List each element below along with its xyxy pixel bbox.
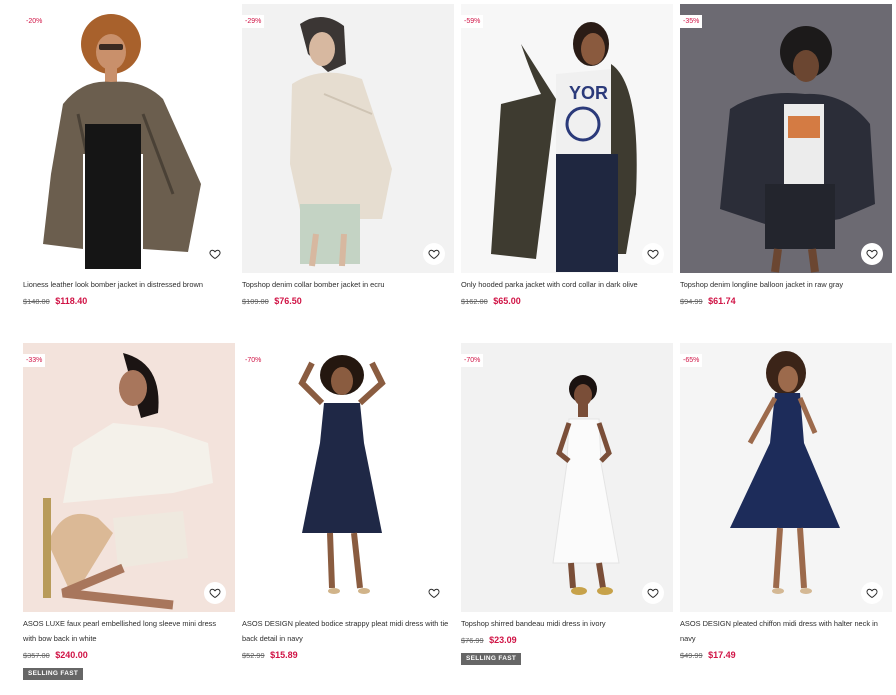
sale-price: $76.50	[274, 296, 302, 306]
sale-price: $118.40	[55, 296, 88, 306]
save-for-later-button[interactable]	[642, 243, 664, 265]
price-row: $357.00 $240.00	[23, 649, 235, 662]
product-image[interactable]: -29%	[242, 4, 454, 273]
heart-icon	[428, 588, 440, 599]
model-photo	[43, 353, 213, 610]
product-title[interactable]: ASOS DESIGN pleated chiffon midi dress w…	[680, 616, 892, 646]
original-price: $148.00	[23, 297, 50, 306]
original-price: $94.99	[680, 297, 703, 306]
selling-fast-badge: SELLING FAST	[23, 668, 84, 680]
save-for-later-button[interactable]	[423, 582, 445, 604]
price-row: $148.00 $118.40	[23, 295, 235, 308]
product-card[interactable]: -29% Topshop denim collar bomber jacket …	[242, 4, 454, 308]
original-price: $109.00	[242, 297, 269, 306]
product-title[interactable]: Topshop denim longline balloon jacket in…	[680, 277, 892, 292]
selling-fast-badge: SELLING FAST	[461, 653, 522, 665]
product-image[interactable]: YOR -59%	[461, 4, 673, 273]
heart-icon	[647, 249, 659, 260]
discount-badge: -20%	[23, 15, 46, 28]
discount-badge: -29%	[242, 15, 265, 28]
product-title[interactable]: Only hooded parka jacket with cord colla…	[461, 277, 673, 292]
discount-badge: -35%	[680, 15, 703, 28]
heart-icon	[866, 249, 878, 260]
model-photo: YOR	[491, 22, 637, 272]
original-price: $162.00	[461, 297, 488, 306]
product-card[interactable]: YOR -59% Only hooded parka jacket with c…	[461, 4, 673, 308]
price-row: $162.00 $65.00	[461, 295, 673, 308]
save-for-later-button[interactable]	[204, 582, 226, 604]
product-image[interactable]: -33%	[23, 343, 235, 612]
product-image[interactable]: -70%	[461, 343, 673, 612]
product-card[interactable]: -70% Topshop shirred bandeau midi dress …	[461, 343, 673, 665]
save-for-later-button[interactable]	[423, 243, 445, 265]
save-for-later-button[interactable]	[204, 243, 226, 265]
heart-icon	[209, 588, 221, 599]
price-row: $109.00 $76.50	[242, 295, 454, 308]
price-row: $52.99 $15.89	[242, 649, 454, 662]
model-photo	[43, 14, 201, 269]
product-grid: -20% Lioness leather look bomber jacket …	[0, 0, 896, 695]
discount-badge: -65%	[680, 354, 703, 367]
product-card[interactable]: -35% Topshop denim longline balloon jack…	[680, 4, 892, 308]
price-row: $94.99 $61.74	[680, 295, 892, 308]
sale-price: $23.09	[489, 635, 517, 645]
original-price: $76.99	[461, 636, 484, 645]
product-image[interactable]: -35%	[680, 4, 892, 273]
heart-icon	[209, 249, 221, 260]
product-image[interactable]: -70%	[242, 343, 454, 612]
product-card[interactable]: -20% Lioness leather look bomber jacket …	[23, 4, 235, 308]
original-price: $52.99	[242, 651, 265, 660]
model-photo	[552, 375, 620, 595]
sale-price: $61.74	[708, 296, 736, 306]
sale-price: $240.00	[55, 650, 88, 660]
product-image[interactable]: -20%	[23, 4, 235, 273]
discount-badge: -70%	[242, 354, 265, 367]
product-card[interactable]: -33% ASOS LUXE faux pearl embellished lo…	[23, 343, 235, 680]
model-photo	[720, 26, 875, 273]
save-for-later-button[interactable]	[861, 243, 883, 265]
svg-text:YOR: YOR	[569, 83, 608, 103]
discount-badge: -33%	[23, 354, 46, 367]
price-row: $49.99 $17.49	[680, 649, 892, 662]
product-title[interactable]: ASOS DESIGN pleated bodice strappy pleat…	[242, 616, 454, 646]
heart-icon	[647, 588, 659, 599]
sale-price: $15.89	[270, 650, 298, 660]
price-row: $76.99 $23.09	[461, 634, 673, 647]
product-title[interactable]: ASOS LUXE faux pearl embellished long sl…	[23, 616, 235, 646]
product-card[interactable]: -65% ASOS DESIGN pleated chiffon midi dr…	[680, 343, 892, 662]
save-for-later-button[interactable]	[642, 582, 664, 604]
sale-price: $65.00	[493, 296, 521, 306]
model-photo	[730, 351, 840, 594]
product-image[interactable]: -65%	[680, 343, 892, 612]
discount-badge: -59%	[461, 15, 484, 28]
sale-price: $17.49	[708, 650, 736, 660]
save-for-later-button[interactable]	[861, 582, 883, 604]
product-title[interactable]: Lioness leather look bomber jacket in di…	[23, 277, 235, 292]
model-photo	[298, 355, 386, 594]
product-card[interactable]: -70% ASOS DESIGN pleated bodice strappy …	[242, 343, 454, 662]
heart-icon	[866, 588, 878, 599]
original-price: $49.99	[680, 651, 703, 660]
product-title[interactable]: Topshop denim collar bomber jacket in ec…	[242, 277, 454, 292]
model-photo	[290, 16, 392, 267]
product-title[interactable]: Topshop shirred bandeau midi dress in iv…	[461, 616, 673, 631]
discount-badge: -70%	[461, 354, 484, 367]
heart-icon	[428, 249, 440, 260]
original-price: $357.00	[23, 651, 50, 660]
